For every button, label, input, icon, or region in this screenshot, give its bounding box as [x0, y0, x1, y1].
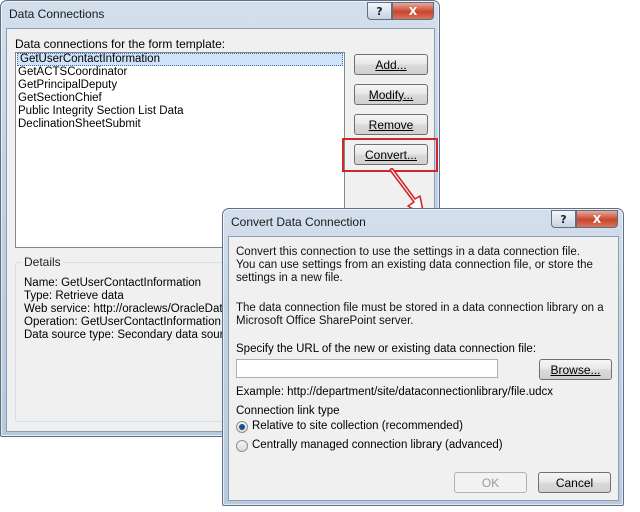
- link-type-label: Connection link type: [236, 405, 340, 417]
- convert-window-title: Convert Data Connection: [231, 215, 366, 229]
- cancel-button[interactable]: Cancel: [538, 472, 611, 493]
- central-option-label: Centrally managed connection library (ad…: [252, 439, 503, 451]
- relative-option-label: Relative to site collection (recommended…: [252, 420, 463, 432]
- url-input[interactable]: [236, 359, 498, 378]
- cancel-button-label: Cancel: [555, 475, 594, 490]
- details-web-service: Web service: http://oraclews/OracleData: [24, 303, 229, 315]
- intro-line: Convert this connection to use the setti…: [236, 246, 580, 258]
- relative-option[interactable]: Relative to site collection (recommended…: [236, 420, 486, 436]
- details-operation: Operation: GetUserContactInformation: [24, 316, 221, 328]
- central-option[interactable]: Centrally managed connection library (ad…: [236, 439, 516, 455]
- convert-highlight-box: [342, 138, 438, 172]
- title-bar[interactable]: Data Connections ? X: [1, 1, 439, 27]
- details-source-type: Data source type: Secondary data source: [24, 329, 236, 341]
- close-button[interactable]: X: [392, 2, 434, 20]
- library-requirement-text: The data connection file must be stored …: [236, 302, 604, 328]
- intro-line: settings in a new file.: [236, 272, 343, 284]
- list-item[interactable]: Public Integrity Section List Data: [16, 105, 344, 118]
- close-icon: X: [408, 4, 418, 18]
- convert-close-button[interactable]: X: [576, 210, 618, 228]
- list-item[interactable]: GetSectionChief: [16, 92, 344, 105]
- library-line: Microsoft Office SharePoint server.: [236, 315, 414, 327]
- modify-button-label: Modify...: [368, 87, 414, 102]
- close-icon: X: [592, 212, 602, 226]
- central-radio[interactable]: [236, 440, 248, 452]
- help-icon: ?: [560, 212, 567, 226]
- browse-button-label: Browse...: [550, 362, 601, 377]
- details-legend: Details: [22, 255, 63, 269]
- help-button[interactable]: ?: [367, 2, 392, 20]
- remove-button[interactable]: Remove: [354, 114, 428, 135]
- details-name: Name: GetUserContactInformation: [24, 277, 202, 289]
- modify-button[interactable]: Modify...: [354, 84, 428, 105]
- library-line: The data connection file must be stored …: [236, 302, 604, 314]
- convert-help-button[interactable]: ?: [551, 210, 576, 228]
- convert-dialog-body: Convert this connection to use the setti…: [228, 236, 619, 501]
- list-item[interactable]: GetACTSCoordinator: [16, 66, 344, 79]
- example-text: Example: http://department/site/dataconn…: [236, 386, 554, 398]
- convert-title-bar[interactable]: Convert Data Connection ? X: [223, 209, 623, 235]
- add-button[interactable]: Add...: [354, 54, 428, 75]
- convert-data-connection-window: Convert Data Connection ? X Convert this…: [222, 208, 624, 506]
- connections-list-label: Data connections for the form template:: [15, 37, 226, 51]
- list-item[interactable]: GetUserContactInformation: [17, 53, 343, 66]
- browse-button[interactable]: Browse...: [539, 359, 612, 380]
- convert-intro-text: Convert this connection to use the setti…: [236, 246, 593, 285]
- help-icon: ?: [376, 4, 383, 18]
- ok-button-label: OK: [481, 475, 500, 490]
- list-item[interactable]: GetPrincipalDeputy: [16, 79, 344, 92]
- add-button-label: Add...: [375, 57, 407, 72]
- ok-button[interactable]: OK: [454, 472, 527, 493]
- remove-button-label: Remove: [368, 117, 414, 132]
- details-type: Type: Retrieve data: [24, 290, 124, 302]
- relative-radio[interactable]: [236, 421, 248, 433]
- intro-line: You can use settings from an existing da…: [236, 259, 593, 271]
- details-text: Name: GetUserContactInformation Type: Re…: [24, 277, 236, 342]
- url-label: Specify the URL of the new or existing d…: [236, 343, 537, 355]
- list-item[interactable]: DeclinationSheetSubmit: [16, 118, 344, 131]
- window-title: Data Connections: [9, 7, 105, 21]
